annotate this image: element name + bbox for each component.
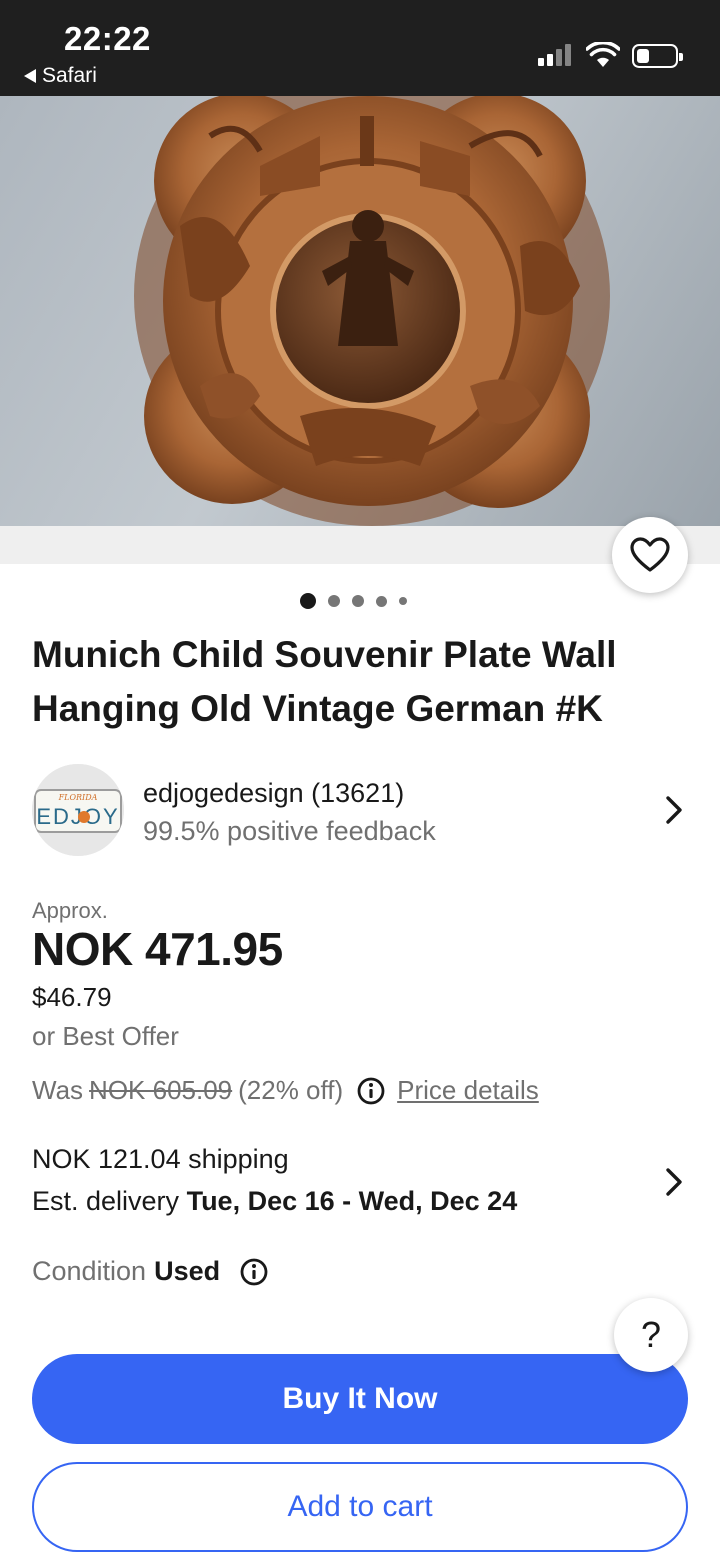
carousel-dot[interactable] — [352, 595, 364, 607]
carousel-dot[interactable] — [399, 597, 407, 605]
price: NOK 471.95 — [32, 923, 283, 975]
was-price-row: Was NOK 605.09 (22% off) Price details — [32, 1075, 539, 1106]
best-offer-text: or Best Offer — [32, 1021, 179, 1051]
image-carousel-indicator — [300, 593, 407, 609]
price-details-link[interactable]: Price details — [397, 1075, 539, 1106]
avatar-plate-text: EDJOY — [36, 804, 119, 829]
cellular-signal-icon — [538, 44, 571, 66]
condition-row: Condition Used — [32, 1256, 268, 1287]
add-to-cart-button[interactable]: Add to cart — [32, 1462, 688, 1552]
was-label: Was — [32, 1075, 84, 1105]
souvenir-plate-photo — [134, 96, 610, 526]
chevron-right-icon[interactable] — [664, 1166, 684, 1198]
product-image[interactable] — [0, 96, 720, 526]
license-plate-avatar-image: FLORIDA EDJOY — [32, 764, 124, 856]
seller-name[interactable]: edjogedesign (13621) — [143, 778, 404, 809]
back-app-label: Safari — [42, 64, 97, 87]
seller-feedback: 99.5% positive feedback — [143, 816, 436, 846]
info-icon[interactable] — [240, 1258, 268, 1286]
seller-info-row[interactable]: FLORIDA EDJOY edjogedesign (13621) 99.5%… — [32, 764, 688, 856]
buy-it-now-button[interactable]: Buy It Now — [32, 1354, 688, 1444]
help-button[interactable]: ? — [614, 1298, 688, 1372]
listing-title: Munich Child Souvenir Plate Wall Hanging… — [32, 634, 617, 729]
condition-label: Condition — [32, 1256, 147, 1286]
delivery-dates: Tue, Dec 16 - Wed, Dec 24 — [186, 1186, 518, 1216]
watch-button[interactable] — [612, 517, 688, 593]
discount: (22% off) — [238, 1075, 344, 1105]
wifi-icon — [586, 42, 620, 67]
back-triangle-icon — [24, 69, 36, 83]
delivery-label: Est. delivery — [32, 1186, 180, 1216]
was-price: NOK 605.09 — [89, 1075, 233, 1105]
usd-price: $46.79 — [32, 982, 112, 1012]
estimated-delivery: Est. delivery Tue, Dec 16 - Wed, Dec 24 — [32, 1186, 517, 1217]
status-bar: 22:22 Safari — [0, 0, 720, 96]
battery-icon — [632, 44, 683, 68]
info-icon[interactable] — [357, 1077, 385, 1105]
carousel-dot[interactable] — [300, 593, 316, 609]
condition-value: Used — [154, 1256, 221, 1286]
heart-icon — [630, 537, 670, 572]
seller-avatar: FLORIDA EDJOY — [32, 764, 124, 856]
status-time: 22:22 — [64, 20, 151, 57]
avatar-plate-top: FLORIDA — [58, 793, 98, 802]
back-to-app[interactable]: Safari — [24, 64, 97, 88]
carousel-dot[interactable] — [328, 595, 340, 607]
carousel-dot[interactable] — [376, 595, 387, 607]
chevron-right-icon — [666, 796, 682, 824]
shipping-cost: NOK 121.04 shipping — [32, 1144, 289, 1174]
approx-label: Approx. — [32, 898, 108, 923]
